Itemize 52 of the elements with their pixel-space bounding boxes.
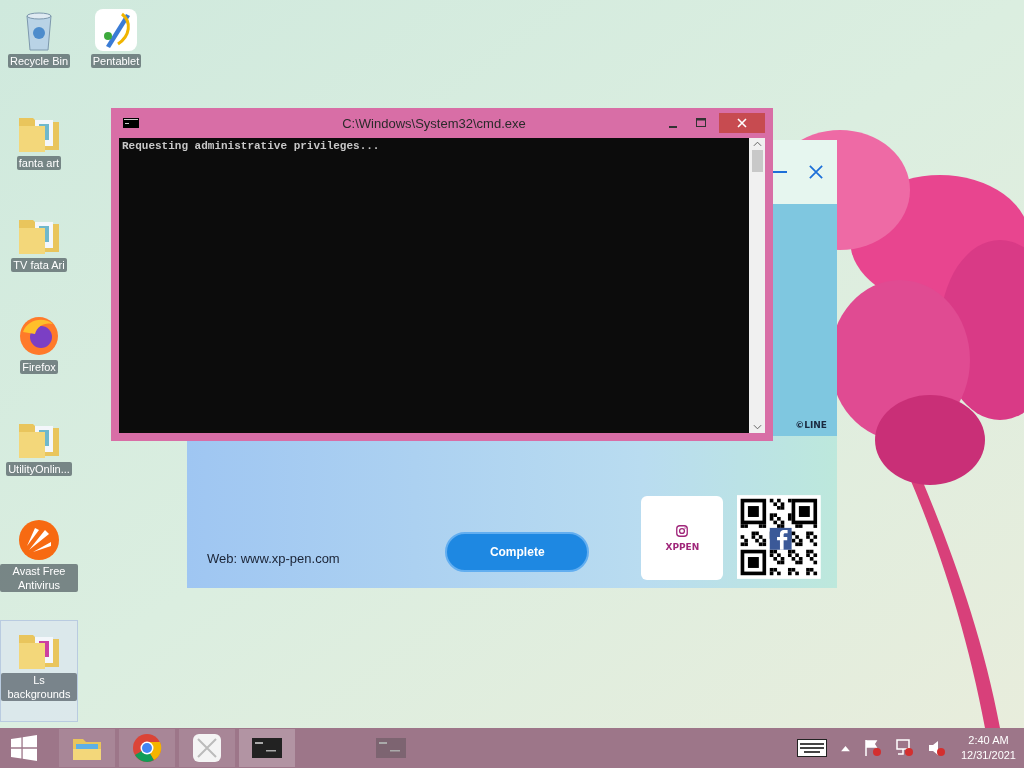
credit-text: ©LINE — [795, 420, 827, 430]
app-icon — [192, 733, 222, 763]
explorer-taskbar-button[interactable] — [59, 729, 115, 767]
complete-button[interactable]: Complete — [444, 532, 590, 572]
website-text: Web: www.xp-pen.com — [207, 551, 341, 566]
icon-label: UtilityOnlin... — [6, 462, 72, 476]
console-icon — [123, 118, 139, 128]
scrollbar-thumb[interactable] — [751, 150, 763, 172]
icon-label: Pentablet — [90, 54, 142, 68]
desktop-icon[interactable]: Avast Free Antivirus — [0, 512, 78, 614]
network-icon[interactable] — [895, 739, 914, 757]
windows-start-icon[interactable] — [11, 735, 37, 761]
scrollbar[interactable] — [749, 138, 765, 433]
chrome-taskbar-button[interactable] — [119, 729, 175, 767]
minimize-icon — [669, 126, 677, 128]
icon-label: Avast Free Antivirus — [0, 564, 78, 592]
desktop-icon[interactable]: TV fata Ari — [0, 206, 78, 308]
icon-label: Ls backgrounds — [1, 673, 77, 701]
pentablet-taskbar-button[interactable] — [179, 729, 235, 767]
desktop-icon[interactable]: Ls backgrounds — [0, 620, 78, 722]
console-taskbar-button[interactable] — [239, 729, 295, 767]
close-icon[interactable] — [809, 165, 823, 179]
clock[interactable]: 2:40 AM 12/31/2021 — [954, 733, 1024, 763]
console-text: Requesting administrative privileges... — [122, 140, 381, 152]
date-text: 12/31/2021 — [960, 748, 1016, 763]
desktop-icon[interactable]: Recycle Bin — [0, 2, 78, 104]
scroll-down-icon[interactable] — [752, 424, 762, 430]
icon-label: Firefox — [20, 360, 58, 374]
speaker-icon[interactable] — [927, 739, 946, 757]
icon-label: Recycle Bin — [7, 54, 71, 68]
desktop-icon[interactable]: Firefox — [0, 308, 78, 410]
caret-icon[interactable] — [840, 744, 850, 752]
desktop-icon[interactable]: UtilityOnlin... — [0, 410, 78, 512]
flag-icon[interactable] — [863, 739, 882, 757]
window-title: C:\Windows\System32\cmd.exe — [341, 115, 527, 131]
close-icon — [737, 118, 747, 128]
icon-label: TV fata Ari — [11, 258, 67, 272]
close-button[interactable] — [719, 113, 765, 133]
qr-code-icon — [737, 494, 821, 580]
browser-icon — [132, 733, 162, 763]
time-text: 2:40 AM — [968, 733, 1009, 748]
icon-label: fanta art — [16, 156, 62, 170]
console-icon — [252, 738, 282, 758]
app-icon — [92, 6, 140, 54]
console-icon — [376, 738, 406, 758]
instagram-name: XPPEN — [665, 542, 700, 552]
maximize-icon — [696, 118, 706, 128]
scroll-up-icon[interactable] — [752, 141, 762, 147]
desktop-icon[interactable]: Pentablet — [77, 2, 155, 104]
instagram-icon — [675, 524, 690, 538]
keyboard-icon[interactable] — [796, 739, 827, 757]
desktop-icon[interactable]: fanta art — [0, 104, 78, 206]
